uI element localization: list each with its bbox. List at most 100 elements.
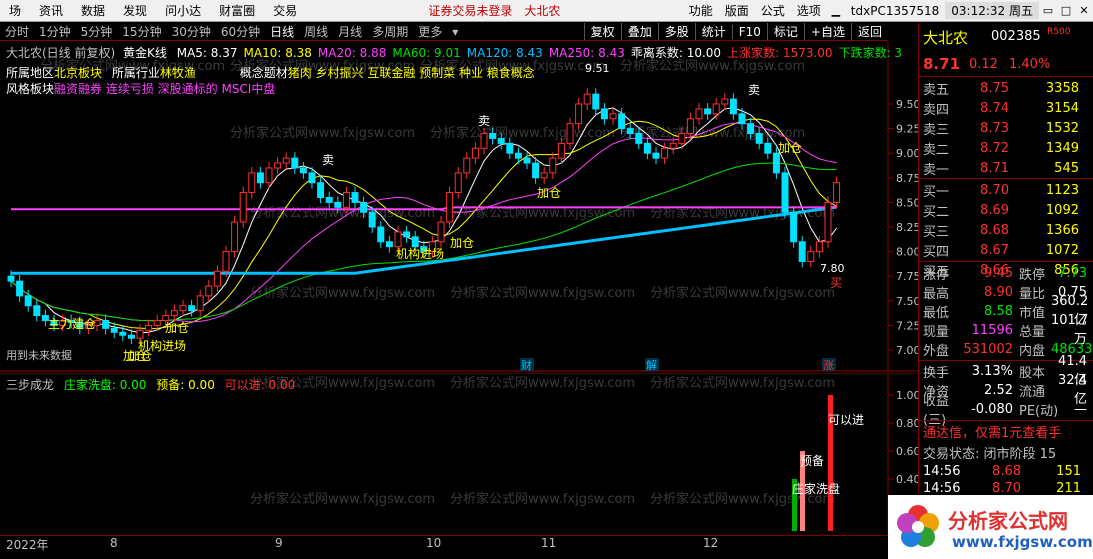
stat-row: 涨停 9.45 跌停 7.73 <box>919 263 1093 283</box>
book-price: 8.70 <box>980 182 1009 198</box>
stat-value: 531002 <box>963 341 1013 357</box>
chart-annotation: 卖 <box>748 83 760 97</box>
book-row[interactable]: 买一 8.70 1123 <box>919 180 1093 200</box>
book-volume: 1092 <box>1045 202 1079 218</box>
sub-indicator-panel[interactable]: 分析家公式网www.fxjgsw.com 分析家公式网www.fxjgsw.com… <box>0 373 918 535</box>
candle-body <box>231 221 239 253</box>
book-row[interactable]: 卖二 8.72 1349 <box>919 138 1093 158</box>
toolbar-back[interactable]: 返回 <box>850 23 888 40</box>
menu-item-discover[interactable]: 发现 <box>114 2 156 19</box>
login-warning[interactable]: 证券交易未登录 <box>422 2 518 19</box>
candle-body <box>325 196 333 203</box>
chart-annotation: 加仓 <box>778 141 802 155</box>
menu-function[interactable]: 功能 <box>683 2 719 19</box>
candle-body <box>256 172 264 184</box>
menu-item-data[interactable]: 数据 <box>72 2 114 19</box>
quote-panel: 大北农 002385 R500 8.71 0.12 1.40% 卖五 8.75 33… <box>918 23 1093 496</box>
period-monthly[interactable]: 月线 <box>333 23 367 40</box>
period-multi[interactable]: 多周期 <box>367 23 413 40</box>
period-30min[interactable]: 30分钟 <box>167 23 216 40</box>
book-price: 8.73 <box>980 120 1009 136</box>
tick-time: 14:56 <box>923 464 961 479</box>
maximize-icon[interactable]: □ <box>1057 3 1075 19</box>
menu-bar: 场 资讯 数据 发现 问小达 财富圈 交易 证券交易未登录 大北农 功能 版面 … <box>0 0 1093 22</box>
site-logo: 分析家公式网 www.fxjgsw.com <box>888 495 1093 559</box>
toolbar-restore-right[interactable]: 复权 <box>583 23 621 40</box>
restore-icon[interactable]: ▭ <box>1039 3 1057 19</box>
candle-body <box>824 201 832 243</box>
candle-body <box>377 226 385 243</box>
candle-body <box>188 305 196 312</box>
menu-item-0[interactable]: 场 <box>0 2 30 19</box>
quote-badge: R500 <box>1047 27 1071 37</box>
stat-label: 最高 <box>923 286 950 302</box>
candle-body <box>239 192 247 223</box>
toolbar-mark[interactable]: 标记 <box>766 23 804 40</box>
book-row[interactable]: 卖四 8.74 3154 <box>919 98 1093 118</box>
candle-body <box>781 172 789 213</box>
book-row[interactable]: 卖一 8.71 545 <box>919 158 1093 178</box>
book-row[interactable]: 卖三 8.73 1532 <box>919 118 1093 138</box>
candle-body <box>557 142 565 159</box>
book-volume: 1123 <box>1045 182 1079 198</box>
period-5min[interactable]: 5分钟 <box>76 23 118 40</box>
toolbar-f10[interactable]: F10 <box>731 24 767 39</box>
candle-body <box>274 162 282 169</box>
candle-body <box>179 305 187 312</box>
sub-indicator-chart[interactable]: 分析家公式网www.fxjgsw.com 分析家公式网www.fxjgsw.com… <box>0 373 918 535</box>
period-timeshare[interactable]: 分时 <box>0 23 34 40</box>
candle-body <box>815 241 823 253</box>
toolbar-overlay[interactable]: 叠加 <box>620 23 658 40</box>
period-daily[interactable]: 日线 <box>265 23 299 40</box>
y-tick-label: 8.25 <box>896 221 918 234</box>
period-more[interactable]: 更多 <box>413 23 447 40</box>
stock-short-name: 大北农 <box>524 4 561 18</box>
menu-layout[interactable]: 版面 <box>719 2 755 19</box>
menu-item-ask[interactable]: 问小达 <box>156 2 210 19</box>
info-label-region: 所属地区 <box>6 66 55 80</box>
x-axis: 2022年 8 9 10 11 12 <box>0 535 888 559</box>
minimize-icon[interactable]: ▁ <box>827 3 845 19</box>
menu-item-news[interactable]: 资讯 <box>30 2 72 19</box>
book-row[interactable]: 卖五 8.75 3358 <box>919 78 1093 98</box>
menu-formula[interactable]: 公式 <box>755 2 791 19</box>
period-weekly[interactable]: 周线 <box>299 23 333 40</box>
toolbar-multi-stock[interactable]: 多股 <box>657 23 695 40</box>
candle-body <box>471 147 479 159</box>
promo-link[interactable]: 通达信，仅需1元查看手 <box>923 422 1061 441</box>
candle-body <box>626 128 634 135</box>
info-label-concept: 概念题材 <box>239 66 288 80</box>
book-row[interactable]: 买四 8.67 1072 <box>919 240 1093 260</box>
chart-annotation: 加仓 <box>165 321 189 335</box>
chevron-down-icon[interactable]: ▾ <box>447 25 463 39</box>
period-1min[interactable]: 1分钟 <box>34 23 76 40</box>
candle-body <box>102 319 110 329</box>
menu-options[interactable]: 选项 <box>791 2 827 19</box>
toolbar-add-watch[interactable]: +自选 <box>803 23 851 40</box>
menu-item-wealth[interactable]: 财富圈 <box>210 2 264 19</box>
period-60min[interactable]: 60分钟 <box>216 23 265 40</box>
y-tick-label: 8.00 <box>896 246 918 259</box>
candle-body <box>833 182 841 203</box>
menu-item-trade[interactable]: 交易 <box>264 2 306 19</box>
book-price: 8.68 <box>980 222 1009 238</box>
main-kline-panel[interactable]: 分析家公式网www.fxjgsw.com 分析家公式网www.fxjgsw.com… <box>0 42 918 372</box>
event-tag: 涨 <box>823 359 834 372</box>
book-label: 卖五 <box>923 82 950 98</box>
toolbar-stats[interactable]: 统计 <box>694 23 732 40</box>
candle-body <box>729 98 737 115</box>
watermark-text: 分析家公式网www.fxjgsw.com <box>230 125 415 141</box>
candle-body <box>566 123 574 144</box>
candle-body <box>686 118 694 135</box>
candle-body <box>540 172 548 179</box>
candle-body <box>695 108 703 120</box>
candle-body <box>136 329 144 339</box>
candle-body <box>16 280 24 297</box>
candle-body <box>497 137 505 144</box>
ask-book: 卖五 8.75 3358 卖四 8.74 3154 卖三 8.73 1532 卖二 8.72 1349… <box>919 78 1093 178</box>
close-icon[interactable]: ✕ <box>1075 3 1093 19</box>
book-row[interactable]: 买三 8.68 1366 <box>919 220 1093 240</box>
period-15min[interactable]: 15分钟 <box>117 23 166 40</box>
book-row[interactable]: 买二 8.69 1092 <box>919 200 1093 220</box>
sub-bar-label: 预备 <box>800 454 824 468</box>
